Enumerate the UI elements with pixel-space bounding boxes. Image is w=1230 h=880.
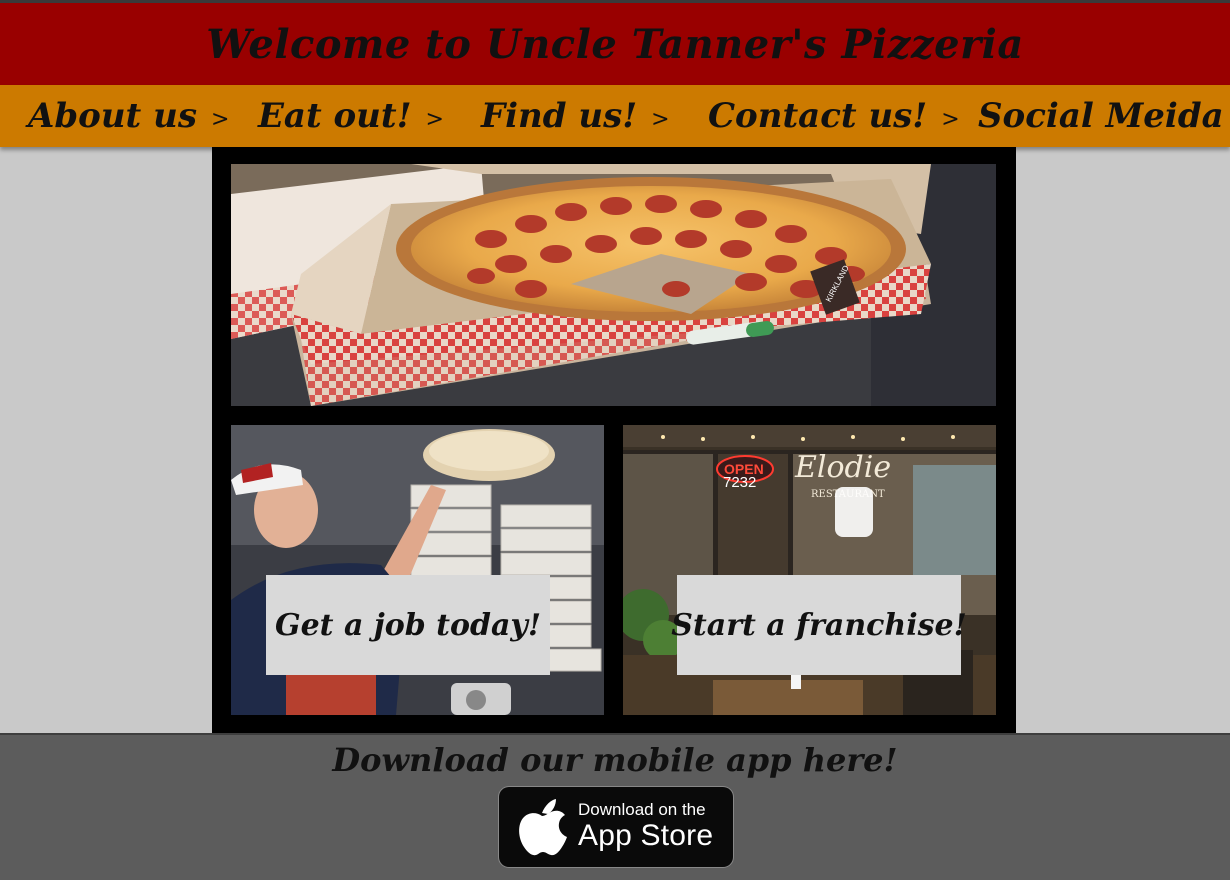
nav-item-eat-out[interactable]: Eat out! > <box>258 85 444 147</box>
nav-label: Eat out! <box>258 96 412 136</box>
chevron-right-icon: > <box>651 106 670 132</box>
nav-label: About us <box>28 96 197 136</box>
site-footer: Download our mobile app here! Download o… <box>0 733 1230 880</box>
download-app-heading: Download our mobile app here! <box>332 741 898 779</box>
main-content: KIRKLAND Get a job today! OPEN 7232 Elod… <box>212 147 1016 733</box>
tile-franchise[interactable]: OPEN 7232 Elodie RESTAURANT Start a fran… <box>623 425 996 715</box>
chevron-right-icon: > <box>210 106 230 132</box>
get-job-label: Get a job today! <box>274 607 542 643</box>
app-store-button[interactable]: Download on the App Store <box>499 787 733 867</box>
nav-label: Find us! <box>481 96 638 136</box>
tile-jobs[interactable]: Get a job today! <box>231 425 604 715</box>
street-number: 7232 <box>723 474 756 491</box>
nav-label: Social Meida <box>978 96 1224 136</box>
start-franchise-button[interactable]: Start a franchise! <box>671 575 967 675</box>
nav-item-about-us[interactable]: About us > <box>28 85 229 147</box>
main-nav: About us > Eat out! > Find us! > Contact… <box>0 85 1230 147</box>
site-header: Welcome to Uncle Tanner's Pizzeria <box>0 3 1230 85</box>
hero-pizza-image: KIRKLAND <box>231 164 996 406</box>
nav-item-find-us[interactable]: Find us! > <box>481 85 670 147</box>
apple-icon <box>519 799 567 856</box>
pizza-photo: KIRKLAND <box>231 164 996 406</box>
get-job-button[interactable]: Get a job today! <box>266 575 550 675</box>
nav-item-contact-us[interactable]: Contact us! > <box>708 85 960 147</box>
nav-item-social-media[interactable]: Social Meida > <box>978 85 1230 147</box>
page-title: Welcome to Uncle Tanner's Pizzeria <box>206 20 1024 68</box>
chevron-right-icon: > <box>425 106 444 132</box>
window-logo-text: Elodie <box>794 450 891 485</box>
chevron-right-icon: > <box>941 106 960 132</box>
app-store-line1: Download on the <box>578 800 706 819</box>
nav-label: Contact us! <box>708 96 928 136</box>
app-store-line2: App Store <box>578 819 714 852</box>
start-franchise-label: Start a franchise! <box>671 607 967 643</box>
